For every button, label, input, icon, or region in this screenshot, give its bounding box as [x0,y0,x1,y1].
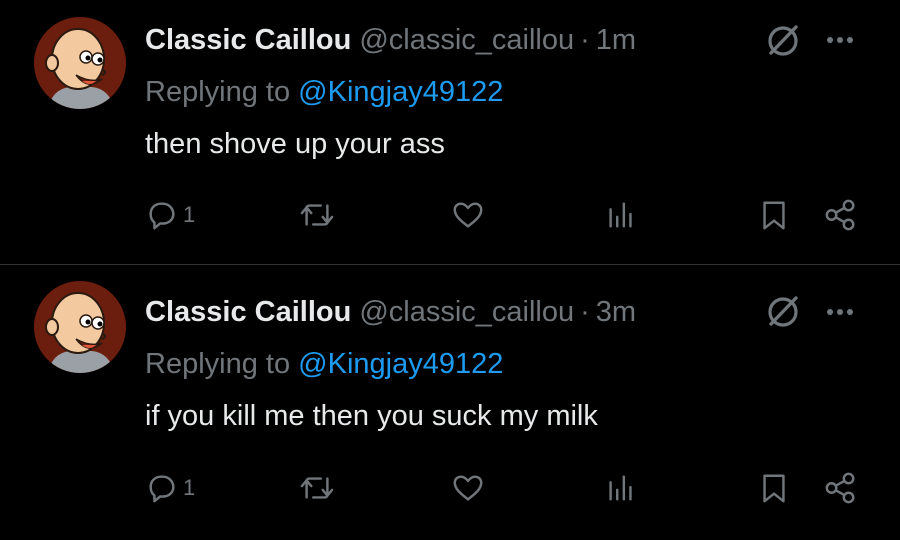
replying-prefix: Replying to [145,348,299,380]
reply-icon [149,475,175,503]
username[interactable]: @classic_caillou [359,296,574,328]
avatar[interactable] [34,17,126,109]
bookmark-icon [763,201,785,230]
retweet-icon [300,204,334,226]
mention-link[interactable]: @Kingjay49122 [298,348,503,380]
display-name[interactable]: Classic Caillou [145,24,351,56]
display-name[interactable]: Classic Caillou [145,296,351,328]
tweet[interactable]: Classic Caillou @classic_caillou · 3m Reply… [0,265,900,540]
views-button[interactable] [604,195,638,235]
separator: · [580,296,590,328]
tweet-text: if you kill me then you suck my milk [145,400,598,432]
share-button[interactable] [822,195,860,235]
reply-icon [149,202,175,230]
tweet-header: Classic Caillou @classic_caillou · 3m [145,292,636,332]
like-button[interactable] [451,195,485,235]
reply-button[interactable]: 1 [145,195,195,235]
views-button[interactable] [604,468,638,508]
tweet-text: then shove up your ass [145,128,445,160]
grok-icon[interactable] [763,291,803,331]
like-icon [453,202,483,228]
timestamp[interactable]: 1m [596,24,636,56]
bookmark-button[interactable] [757,195,791,235]
share-button[interactable] [822,468,860,508]
avatar[interactable] [34,281,126,373]
replying-to: Replying to @Kingjay49122 [145,344,503,384]
tweet[interactable]: Classic Caillou @classic_caillou · 1m Reply… [0,0,900,265]
retweet-button[interactable] [298,195,336,235]
share-icon [825,199,855,231]
bookmark-button[interactable] [757,468,791,508]
reply-button[interactable]: 1 [145,468,195,508]
retweet-button[interactable] [298,468,336,508]
like-button[interactable] [451,468,485,508]
replying-to: Replying to @Kingjay49122 [145,72,503,112]
reply-count: 1 [183,475,196,500]
timestamp[interactable]: 3m [596,296,636,328]
reply-count: 1 [183,202,196,227]
more-icon[interactable] [818,292,862,332]
tweet-header: Classic Caillou @classic_caillou · 1m [145,20,636,60]
action-bar: 1 [0,468,900,508]
bookmark-icon [763,474,785,503]
username[interactable]: @classic_caillou [359,24,574,56]
views-icon [609,202,632,228]
mention-link[interactable]: @Kingjay49122 [298,76,503,108]
action-bar: 1 [0,195,900,235]
share-icon [825,472,855,504]
like-icon [453,475,483,501]
more-icon[interactable] [818,20,862,60]
views-icon [609,475,632,501]
grok-icon[interactable] [763,20,803,60]
retweet-icon [300,477,334,499]
separator: · [580,24,590,56]
replying-prefix: Replying to [145,76,299,108]
